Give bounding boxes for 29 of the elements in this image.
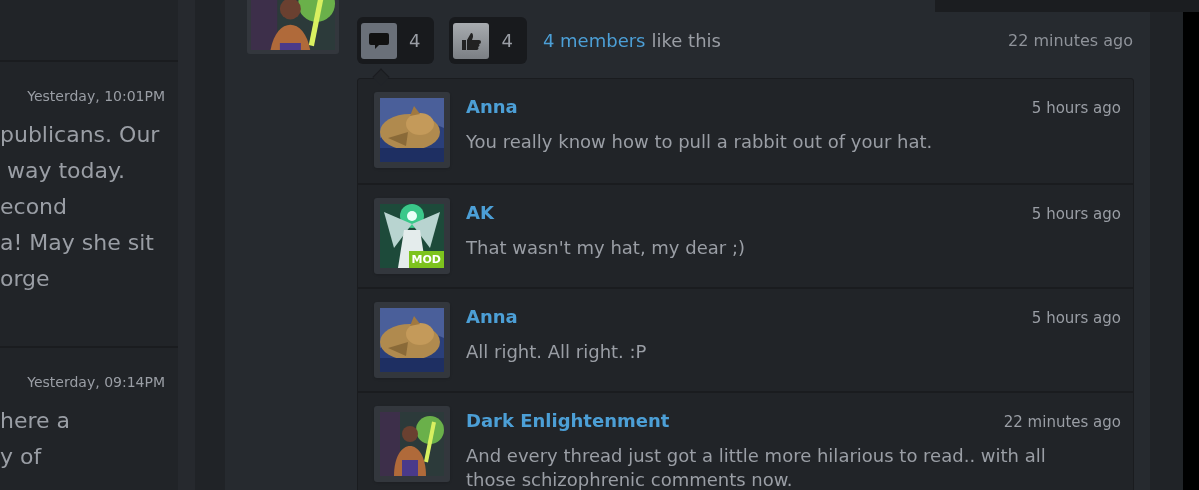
members-link[interactable]: 4 members xyxy=(542,27,646,54)
comment-button[interactable]: 4 xyxy=(357,17,435,64)
post-text-line: econd xyxy=(0,194,67,219)
post-text-line: way today. xyxy=(6,158,125,183)
post-time: 22 minutes ago xyxy=(1007,29,1133,52)
like-text: like this xyxy=(651,29,721,53)
comment-time: 5 hours ago xyxy=(1031,308,1121,329)
comment-text: You really know how to pull a rabbit out of your hat. xyxy=(466,130,934,154)
comment-text: All right. All right. :P xyxy=(466,340,648,364)
comment-time: 5 hours ago xyxy=(1031,204,1121,225)
post-time: Yesterday, 09:14PM xyxy=(27,374,165,390)
post-text-line: here a xyxy=(0,408,71,433)
comment-text: That wasn't my hat, my dear ;) xyxy=(466,236,746,260)
comment-text: And every thread just got a little more hilarious to read.. with all those schizophrenic comments now. xyxy=(466,444,1047,490)
author-link[interactable]: Anna xyxy=(466,93,518,120)
post-text-line: a! May she sit xyxy=(0,230,154,255)
speech-bubble-icon xyxy=(361,22,397,59)
comment-time: 22 minutes ago xyxy=(1003,412,1121,433)
author-link[interactable]: AK xyxy=(466,199,494,226)
thumbs-up-icon xyxy=(453,22,490,59)
post-time: Yesterday, 10:01PM xyxy=(27,88,165,104)
author-link[interactable]: Anna xyxy=(466,303,518,330)
post-text-line: publicans. Our xyxy=(0,122,160,147)
comment-time: 5 hours ago xyxy=(1031,98,1121,119)
post-text-line: orge xyxy=(0,266,50,291)
like-button[interactable]: 4 xyxy=(449,17,527,64)
post-text-line: y of xyxy=(0,444,42,469)
mod-badge: MOD xyxy=(408,251,444,268)
author-link[interactable]: Dark Enlightenment xyxy=(466,407,670,434)
